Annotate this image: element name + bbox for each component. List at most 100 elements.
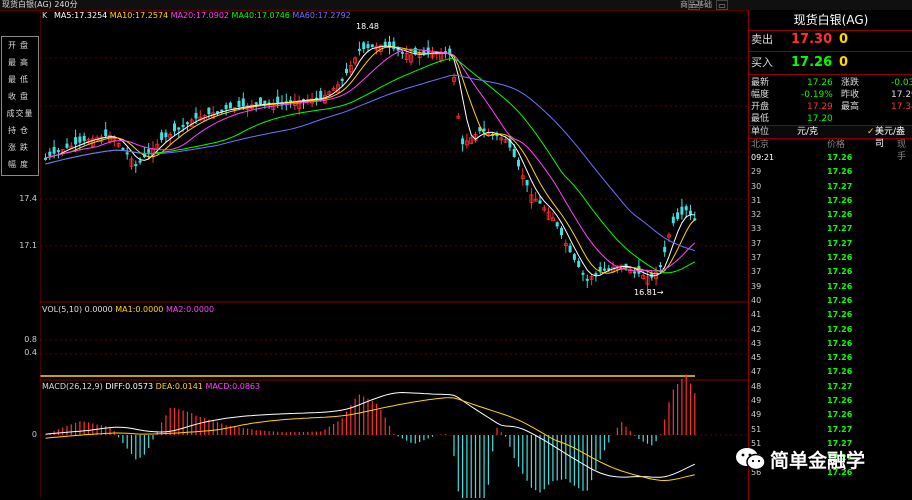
sell-price: 17.30 — [791, 32, 833, 47]
buy-volume: 0 — [839, 55, 849, 70]
candle — [78, 136, 82, 143]
tick-price: 17.26 — [827, 153, 853, 162]
tick-row: 51 17.27 — [749, 423, 912, 437]
tick-time: 37 — [751, 253, 762, 263]
candle — [52, 146, 56, 154]
tick-price: 17.26 — [827, 353, 853, 363]
candle — [482, 128, 486, 132]
tick-row: 40 17.26 — [749, 294, 912, 308]
high-value: 17.34 — [891, 102, 912, 112]
candle — [689, 210, 692, 215]
tick-row: 31 17.26 — [749, 194, 912, 208]
sell-row: 卖出 17.30 0 — [749, 31, 912, 49]
candle — [147, 149, 151, 153]
vol-ma1: MA1:0.0000 — [115, 305, 164, 314]
high-label: 最高 — [841, 102, 860, 112]
stat-row: 最低 17.20 — [749, 113, 912, 125]
check-icon: ✓ — [867, 127, 875, 137]
tick-row: 29 17.26 — [749, 165, 912, 179]
macd-line — [45, 397, 695, 482]
unit-cny[interactable]: 元/克 — [797, 126, 818, 138]
candle — [207, 107, 211, 115]
candle — [671, 216, 675, 224]
low-value: 17.20 — [807, 114, 833, 124]
tick-price: 17.26 — [827, 324, 853, 334]
menu-item-open[interactable]: 开盘 — [2, 37, 38, 54]
candle — [237, 100, 241, 108]
ma-label: MA60:17.2792 — [292, 11, 351, 20]
tick-time: 29 — [751, 167, 762, 177]
tick-price: 17.27 — [827, 424, 853, 434]
vol-legend: VOL(5,10) 0.0000 MA1:0.0000 MA2:0.0000 — [42, 305, 214, 314]
tick-price: 17.27 — [827, 224, 853, 234]
tick-price: 17.26 — [827, 210, 853, 220]
menu-item-change[interactable]: 涨跌 — [2, 139, 38, 156]
candle — [370, 44, 374, 48]
candle — [241, 98, 245, 107]
candle — [594, 273, 598, 276]
tick-row: 48 17.27 — [749, 380, 912, 394]
change-label: 涨跌 — [841, 78, 860, 88]
moving-average-line — [45, 45, 695, 277]
y-tick: 17.1 — [19, 241, 37, 250]
tick-time: 45 — [751, 353, 762, 363]
change-value: -0.03 — [891, 78, 912, 88]
tick-row: 09:21 17.26 — [749, 151, 912, 165]
tick-list[interactable]: 09:21 17.26 29 17.26 30 17.27 31 17.26 32 17.26 33… — [749, 151, 912, 480]
latest-label: 最新 — [751, 78, 770, 88]
tick-time: 41 — [751, 310, 762, 320]
tick-price: 17.26 — [827, 195, 853, 205]
tick-header: 北京 价格 现手 — [749, 139, 912, 162]
sell-label: 卖出 — [751, 33, 773, 46]
ma-legend: MA5:17.3254 MA10:17.2574 MA20:17.0902 MA… — [54, 11, 351, 20]
low-marker: 16.81→ — [634, 288, 664, 297]
latest-value: 17.26 — [807, 78, 833, 88]
menu-item-close[interactable]: 收盘 — [2, 88, 38, 105]
minimize-icon[interactable]: ▭ — [688, 0, 700, 10]
candle — [164, 132, 168, 138]
candle — [598, 266, 602, 271]
tick-row: 33 17.27 — [749, 222, 912, 236]
vol-label: VOL(5,10) 0.0000 — [42, 305, 113, 314]
ma-label: MA10:17.2574 — [109, 11, 171, 20]
candle — [560, 227, 563, 235]
tick-price: 17.26 — [827, 267, 853, 277]
tick-row: 39 17.26 — [749, 280, 912, 294]
quote-panel: 现货白银(AG) 卖出 17.30 0 买入 17.26 0 最新 17.26 … — [748, 10, 912, 500]
candle — [512, 148, 516, 157]
tick-row: 37 17.27 — [749, 237, 912, 251]
candle — [538, 200, 542, 204]
macd-value: MACD:0.0863 — [205, 382, 261, 391]
candle — [65, 143, 69, 148]
sell-volume: 0 — [839, 32, 849, 47]
candle — [121, 147, 125, 150]
unit-row: 单位 元/克 ✓ 美元/盎司 — [749, 125, 912, 149]
candle — [104, 129, 108, 137]
tick-row: 45 17.26 — [749, 351, 912, 365]
candle — [194, 112, 198, 119]
candle — [603, 268, 606, 271]
macd-label: MACD(26,12,9) — [42, 382, 103, 391]
macd-zero-tick: 0 — [31, 430, 37, 439]
menu-item-high[interactable]: 最高 — [2, 54, 38, 71]
price-field-menu[interactable]: 开盘 最高 最低 收盘 成交量 持仓 涨跌 幅度 — [1, 36, 39, 176]
close-icon[interactable]: ▭ — [716, 0, 728, 10]
candle — [254, 102, 258, 105]
wechat-icon — [736, 448, 766, 471]
candle — [160, 132, 164, 140]
candle — [263, 100, 267, 104]
buy-label: 买入 — [751, 56, 773, 69]
menu-item-percent[interactable]: 幅度 — [2, 156, 38, 173]
candle — [138, 160, 142, 163]
tick-price: 17.26 — [827, 253, 853, 263]
pct-label: 幅度 — [751, 90, 770, 100]
tick-time: 48 — [751, 381, 762, 391]
tick-row: 49 17.26 — [749, 408, 912, 422]
tick-time: 30 — [751, 181, 762, 191]
menu-item-position[interactable]: 持仓 — [2, 122, 38, 139]
chart-area[interactable]: K MA5:17.3254 MA10:17.2574 MA20:17.0902 … — [40, 10, 748, 498]
menu-item-volume[interactable]: 成交量 — [2, 105, 38, 122]
menu-item-low[interactable]: 最低 — [2, 71, 38, 88]
candle — [134, 164, 138, 167]
stat-row: 开盘 17.29 最高 17.34 — [749, 101, 912, 113]
